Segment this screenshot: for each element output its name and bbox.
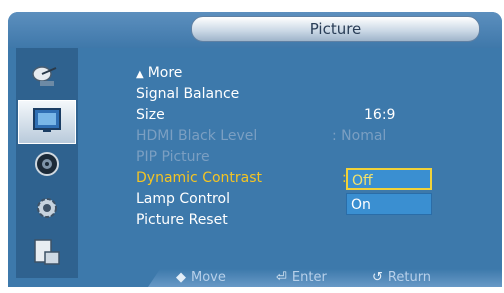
more-label: More: [147, 65, 183, 81]
satellite-icon: [32, 64, 62, 92]
footer-return: ↺ Return: [372, 269, 431, 287]
menu-content: ▲ More Signal Balance Size 16:9 HDMI Blac…: [96, 48, 496, 258]
dynamic-contrast-dropdown: Off On: [346, 168, 436, 222]
settings-gear-icon: [33, 194, 61, 226]
sidebar-item-multi-control[interactable]: [18, 232, 76, 276]
picture-icon: [32, 107, 62, 137]
menu-item-size[interactable]: Size: [136, 104, 165, 126]
footer-move: ◆ Move: [176, 269, 226, 287]
multi-screen-icon: [32, 237, 62, 271]
menu-item-picture-reset[interactable]: Picture Reset: [136, 209, 228, 231]
menu-item-label: Signal Balance: [136, 86, 240, 102]
more-item[interactable]: ▲ More: [136, 62, 182, 84]
menu-item-label: PIP Picture: [136, 149, 210, 165]
title-bar: Picture: [8, 12, 502, 48]
menu-item-lamp-control[interactable]: Lamp Control: [136, 188, 230, 210]
menu-item-signal-balance[interactable]: Signal Balance: [136, 83, 239, 105]
menu-item-pip-picture: PIP Picture: [136, 146, 210, 168]
dropdown-option-off[interactable]: Off: [346, 168, 432, 190]
window-title: Picture: [191, 16, 480, 42]
move-label: Move: [191, 270, 226, 285]
sidebar-item-channel[interactable]: [18, 56, 76, 100]
footer-bar: ◆ Move ⏎ Enter ↺ Return: [148, 269, 502, 287]
menu-item-label: Lamp Control: [136, 191, 230, 207]
return-label: Return: [387, 270, 432, 285]
hdmi-black-level-value: : Nomal: [332, 128, 387, 144]
menu-item-label: Size: [136, 107, 165, 123]
menu-item-label: Picture Reset: [136, 212, 228, 228]
sidebar: [16, 48, 78, 278]
enter-icon: ⏎: [276, 270, 287, 285]
menu-item-label: Dynamic Contrast: [136, 170, 263, 186]
footer-enter: ⏎ Enter: [276, 269, 327, 287]
sidebar-item-picture[interactable]: [18, 100, 76, 144]
menu-item-label: HDMI Black Level: [136, 128, 258, 144]
sidebar-item-sound[interactable]: [18, 144, 76, 188]
move-icon: ◆: [176, 270, 186, 285]
size-value: 16:9: [364, 107, 396, 123]
enter-label: Enter: [291, 270, 327, 285]
osd-panel: Picture ▲ More Signal Balance Size 16:9 …: [8, 12, 502, 287]
menu-item-hdmi-black-level: HDMI Black Level: [136, 125, 257, 147]
return-icon: ↺: [372, 270, 383, 285]
sidebar-item-setup[interactable]: [18, 188, 76, 232]
menu-item-dynamic-contrast[interactable]: Dynamic Contrast: [136, 167, 262, 189]
up-arrow-icon: ▲: [136, 69, 144, 80]
dropdown-option-on[interactable]: On: [346, 193, 432, 215]
sound-icon: [34, 151, 60, 181]
